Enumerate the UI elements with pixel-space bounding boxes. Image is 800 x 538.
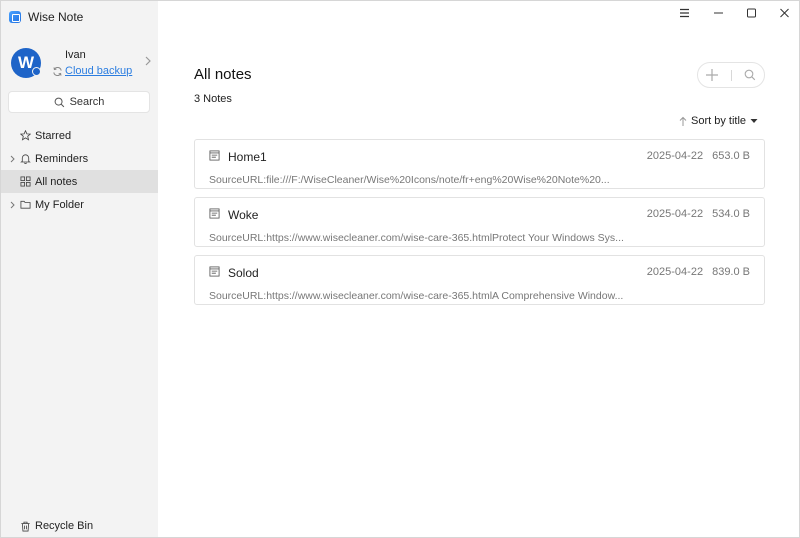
note-meta: 2025-04-22 534.0 B <box>647 208 750 220</box>
add-note-icon[interactable] <box>705 68 719 82</box>
notes-count: 3 Notes <box>194 93 232 105</box>
page-title: All notes <box>194 66 252 83</box>
trash-icon <box>21 521 30 531</box>
sidebar-item-label: My Folder <box>35 198 84 211</box>
sidebar-item-label: Reminders <box>35 152 89 165</box>
sort-label: Sort by title <box>691 115 747 127</box>
sidebar-item-my-folder[interactable]: My Folder <box>1 193 158 216</box>
sync-icon <box>53 66 62 76</box>
note-card[interactable]: Woke 2025-04-22 534.0 B SourceURL:https:… <box>194 197 765 247</box>
note-size: 653.0 B <box>712 150 750 162</box>
chevron-right-icon[interactable] <box>143 55 153 67</box>
note-date: 2025-04-22 <box>646 208 704 220</box>
sidebar: Wise Note W Ivan Cloud backup Search Sta… <box>1 1 158 537</box>
close-icon <box>779 8 789 18</box>
star-icon <box>20 130 31 141</box>
grid-icon <box>20 176 31 187</box>
sidebar-item-label: All notes <box>35 175 78 188</box>
app-title-bar: Wise Note <box>9 9 83 25</box>
note-title: Solod <box>228 266 259 280</box>
bell-icon <box>20 154 31 164</box>
sidebar-item-starred[interactable]: Starred <box>1 124 158 147</box>
note-meta: 2025-04-22 839.0 B <box>647 266 750 278</box>
note-snippet: SourceURL:https://www.wisecleaner.com/wi… <box>209 232 624 244</box>
note-icon <box>209 266 220 277</box>
search-button[interactable]: Search <box>8 91 150 113</box>
maximize-button[interactable] <box>742 5 760 21</box>
note-snippet: SourceURL:https://www.wisecleaner.com/wi… <box>209 290 624 302</box>
hamburger-icon <box>679 8 689 18</box>
cloud-backup-link[interactable]: Cloud backup <box>52 65 132 77</box>
minimize-icon <box>713 12 723 14</box>
note-card[interactable]: Home1 2025-04-22 653.0 B SourceURL:file:… <box>194 139 765 189</box>
avatar-status-dot <box>32 67 41 76</box>
maximize-icon <box>746 8 756 18</box>
note-size: 839.0 B <box>712 266 750 278</box>
app-logo-icon <box>9 11 21 23</box>
note-date: 2025-04-22 <box>646 266 704 278</box>
note-icon <box>209 150 220 161</box>
recycle-bin-label: Recycle Bin <box>35 520 94 532</box>
sort-dropdown[interactable]: Sort by title <box>679 115 758 127</box>
note-date: 2025-04-22 <box>646 150 704 162</box>
user-profile[interactable]: W Ivan Cloud backup <box>11 46 153 80</box>
app-title: Wise Note <box>28 10 84 24</box>
search-icon <box>54 97 64 107</box>
user-name: Ivan <box>65 49 86 61</box>
note-meta: 2025-04-22 653.0 B <box>647 150 750 162</box>
chevron-right-icon[interactable] <box>10 201 15 209</box>
sidebar-item-all-notes[interactable]: All notes <box>1 170 158 193</box>
cloud-backup-label[interactable]: Cloud backup <box>65 65 132 77</box>
sidebar-nav: Starred Reminders All notes My Folder <box>1 124 158 216</box>
caret-down-icon <box>750 119 758 123</box>
menu-button[interactable] <box>675 5 693 21</box>
note-title: Woke <box>228 208 259 222</box>
search-button-label: Search <box>69 96 105 108</box>
sidebar-item-recycle-bin[interactable]: Recycle Bin <box>20 520 93 532</box>
app-window: Wise Note W Ivan Cloud backup Search Sta… <box>0 0 800 538</box>
note-snippet: SourceURL:file:///F:/WiseCleaner/Wise%20… <box>209 174 610 186</box>
folder-icon <box>20 200 31 209</box>
minimize-button[interactable] <box>709 5 727 21</box>
sidebar-item-label: Starred <box>35 129 72 142</box>
note-size: 534.0 B <box>712 208 750 220</box>
toolbar-divider <box>731 70 732 81</box>
sidebar-item-reminders[interactable]: Reminders <box>1 147 158 170</box>
note-card[interactable]: Solod 2025-04-22 839.0 B SourceURL:https… <box>194 255 765 305</box>
arrow-up-icon <box>679 116 687 126</box>
note-title: Home1 <box>228 150 267 164</box>
note-toolbar <box>697 62 765 88</box>
chevron-right-icon[interactable] <box>10 155 15 163</box>
close-button[interactable] <box>775 5 793 21</box>
note-icon <box>209 208 220 219</box>
search-notes-icon[interactable] <box>744 69 756 81</box>
